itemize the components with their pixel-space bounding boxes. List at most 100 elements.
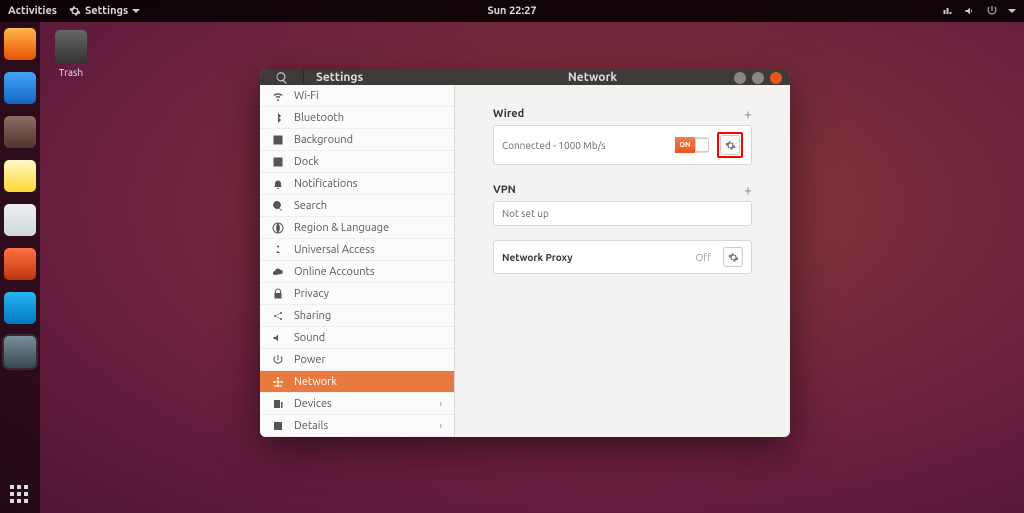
access-icon [272, 244, 284, 256]
wired-connection-row: Connected - 1000 Mb/s ON [493, 125, 752, 165]
dock-icon [272, 156, 284, 168]
maximize-button[interactable] [752, 72, 764, 84]
dock-item-files[interactable] [4, 116, 36, 148]
sidebar-item-label: Bluetooth [294, 112, 344, 124]
background-icon [272, 134, 284, 146]
network-icon [272, 376, 284, 388]
close-button[interactable] [770, 72, 782, 84]
clock[interactable]: Sun 22:27 [487, 5, 536, 17]
dock-item-thunderbird[interactable] [4, 72, 36, 104]
add-wired-button[interactable]: + [744, 106, 752, 122]
search-button[interactable] [260, 70, 304, 85]
sidebar-item-label: Dock [294, 156, 319, 168]
add-vpn-button[interactable]: + [744, 182, 752, 198]
page-title: Network [455, 70, 730, 85]
chevron-down-icon [1008, 9, 1016, 13]
details-icon [272, 420, 284, 432]
sidebar-item-power[interactable]: Power [260, 349, 454, 371]
dock-item-help[interactable] [4, 292, 36, 324]
activities-button[interactable]: Activities [8, 5, 57, 17]
vpn-row: Not set up [493, 201, 752, 226]
wired-title: Wired [493, 108, 524, 120]
system-status-area[interactable] [942, 5, 1016, 17]
proxy-title: Network Proxy [502, 252, 688, 263]
sidebar-item-label: Wi-Fi [294, 90, 319, 102]
power-icon [986, 5, 998, 17]
power-icon [272, 354, 284, 366]
settings-sidebar: Wi-Fi Bluetooth Background Dock Notification… [260, 85, 455, 437]
switch-thumb [695, 138, 709, 152]
chevron-right-icon: › [439, 420, 442, 431]
trash-icon [55, 30, 87, 64]
settings-content: Wired + Connected - 1000 Mb/s ON [455, 85, 790, 437]
dock-item-libreoffice[interactable] [4, 204, 36, 236]
chevron-down-icon [132, 9, 140, 13]
dock-item-software[interactable] [4, 248, 36, 280]
sidebar-item-dock[interactable]: Dock [260, 151, 454, 173]
sidebar-item-wi-fi[interactable]: Wi-Fi [260, 85, 454, 107]
section-wired: Wired + Connected - 1000 Mb/s ON [493, 103, 752, 165]
wired-switch[interactable]: ON [675, 137, 709, 153]
sidebar-item-devices[interactable]: Devices › [260, 393, 454, 415]
proxy-settings-button[interactable] [723, 247, 743, 267]
dock-item-settings[interactable] [4, 336, 36, 368]
show-applications-button[interactable] [10, 485, 28, 503]
section-vpn: VPN + Not set up [493, 179, 752, 226]
sidebar-item-network[interactable]: Network [260, 371, 454, 393]
sidebar-item-notifications[interactable]: Notifications [260, 173, 454, 195]
dock-item-firefox[interactable] [4, 28, 36, 60]
bell-icon [272, 178, 284, 190]
section-proxy: Network Proxy Off [493, 240, 752, 274]
trash-label: Trash [55, 67, 87, 78]
sidebar-item-background[interactable]: Background [260, 129, 454, 151]
search-icon [275, 71, 289, 85]
desktop-trash[interactable]: Trash [55, 30, 87, 78]
top-bar: Activities Settings Sun 22:27 [0, 0, 1024, 22]
sidebar-item-label: Online Accounts [294, 266, 375, 278]
sidebar-item-details[interactable]: Details › [260, 415, 454, 437]
sidebar-item-sharing[interactable]: Sharing [260, 305, 454, 327]
sidebar-item-label: Devices [294, 398, 332, 410]
wired-settings-button[interactable] [720, 135, 740, 155]
sidebar-item-label: Notifications [294, 178, 357, 190]
minimize-button[interactable] [734, 72, 746, 84]
network-status-icon [942, 5, 954, 17]
devices-icon [272, 398, 284, 410]
highlight-box [717, 132, 743, 158]
sidebar-item-label: Sound [294, 332, 325, 344]
wifi-icon [272, 90, 284, 102]
globe-icon [272, 222, 284, 234]
bluetooth-icon [272, 112, 284, 124]
lock-icon [272, 288, 284, 300]
sidebar-item-online-accounts[interactable]: Online Accounts [260, 261, 454, 283]
vpn-status: Not set up [502, 208, 549, 219]
sidebar-item-universal-access[interactable]: Universal Access [260, 239, 454, 261]
cloud-icon [272, 266, 284, 278]
search-icon [272, 200, 284, 212]
gear-icon [69, 5, 81, 17]
volume-icon [964, 5, 976, 17]
sidebar-item-label: Background [294, 134, 353, 146]
sidebar-item-label: Privacy [294, 288, 329, 300]
app-menu[interactable]: Settings [69, 5, 140, 17]
sidebar-item-region-language[interactable]: Region & Language [260, 217, 454, 239]
sidebar-item-label: Universal Access [294, 244, 375, 256]
settings-window: Settings Network Wi-Fi Bluetooth Backgroun… [260, 70, 790, 437]
sidebar-item-privacy[interactable]: Privacy [260, 283, 454, 305]
sidebar-item-label: Search [294, 200, 327, 212]
app-title: Settings [304, 70, 454, 85]
sidebar-item-sound[interactable]: Sound [260, 327, 454, 349]
sidebar-item-label: Details [294, 420, 328, 432]
dock-item-rhythmbox[interactable] [4, 160, 36, 192]
switch-on-label: ON [675, 137, 695, 153]
window-titlebar[interactable]: Settings Network [260, 70, 790, 85]
sidebar-item-label: Region & Language [294, 222, 389, 234]
app-menu-label: Settings [85, 5, 128, 17]
sound-icon [272, 332, 284, 344]
share-icon [272, 310, 284, 322]
chevron-right-icon: › [439, 398, 442, 409]
dock [0, 22, 40, 513]
sidebar-item-search[interactable]: Search [260, 195, 454, 217]
sidebar-item-bluetooth[interactable]: Bluetooth [260, 107, 454, 129]
gear-icon [728, 252, 739, 263]
